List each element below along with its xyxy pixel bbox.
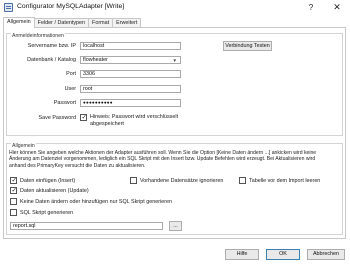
clear-table-checkbox[interactable] (239, 177, 246, 184)
save-password-label: Save Password (38, 115, 76, 121)
ok-button[interactable]: OK (266, 249, 300, 260)
database-label: Datenbank / Katalog (27, 57, 76, 63)
description-line-3: anhand des PrimaryKey versucht die Daten… (9, 162, 146, 169)
tab-strip: Allgemein Felder / Datentypen Format Erw… (3, 17, 142, 28)
no-change-checkbox[interactable] (10, 198, 17, 205)
save-password-note-line1: Hinweis: Passwort wird verschlüsselt (90, 114, 179, 120)
ignore-existing-label: Vorhandene Datensätze ignorieren (140, 178, 224, 184)
password-label: Passwort (53, 100, 76, 106)
servername-label: Servername bzw. IP (27, 43, 76, 49)
servername-input[interactable]: localhost (80, 42, 181, 50)
sql-file-input[interactable]: report.sql (10, 222, 163, 230)
description-line-2: Änderung am Datenziel vorgenommen, ledig… (9, 156, 316, 163)
port-input[interactable]: 3306 (80, 70, 181, 78)
generate-sql-checkbox[interactable] (10, 209, 17, 216)
tab-felder-datentypen[interactable]: Felder / Datentypen (33, 18, 90, 27)
general-description: Hier können Sie angeben welche Aktionen … (9, 150, 339, 169)
tab-erweitert[interactable]: Erweitert (112, 18, 142, 27)
insert-label: Daten einfügen (Insert) (20, 178, 76, 184)
no-change-label: Keine Daten ändern oder hinzufügen nur S… (20, 199, 173, 205)
insert-checkbox[interactable] (10, 176, 17, 184)
update-checkbox[interactable] (10, 186, 17, 194)
clear-table-label: Tabelle vor dem Import leeren (249, 178, 321, 184)
ignore-existing-checkbox[interactable] (130, 177, 137, 184)
close-button[interactable]: ✕ (328, 1, 346, 14)
browse-button[interactable]: ... (169, 221, 182, 231)
general-group-title: Allgemein (11, 143, 36, 149)
tab-allgemein[interactable]: Allgemein (3, 17, 35, 28)
configurator-window: Configurator MySQLAdapter [Write] ? ✕ Al… (0, 0, 350, 270)
save-password-note-line2: abgespeichert (90, 121, 124, 127)
chevron-down-icon[interactable]: ▼ (173, 58, 177, 63)
database-value: flowheater (83, 57, 108, 63)
credentials-group-title: Anmeldeinformationen (11, 33, 65, 39)
database-combobox[interactable]: flowheater ▼ (80, 56, 181, 64)
test-connection-button[interactable]: Verbindung Testen (223, 41, 272, 51)
save-password-checkbox[interactable] (80, 113, 87, 121)
title-bar: Configurator MySQLAdapter [Write] ? ✕ (0, 0, 350, 16)
user-label: User (64, 86, 76, 92)
tab-format[interactable]: Format (88, 18, 114, 27)
password-input[interactable]: ●●●●●●●●●● (80, 99, 181, 107)
help-button[interactable]: Hilfe (225, 249, 259, 260)
cancel-button[interactable]: Abbrechen (307, 249, 345, 260)
app-icon (4, 3, 13, 12)
user-input[interactable]: root (80, 85, 181, 93)
generate-sql-label: SQL Skript generieren (20, 210, 74, 216)
help-title-button[interactable]: ? (302, 1, 320, 14)
port-label: Port (66, 71, 76, 77)
window-title: Configurator MySQLAdapter [Write] (17, 3, 125, 10)
update-label: Daten aktualisieren (Update) (20, 188, 89, 194)
